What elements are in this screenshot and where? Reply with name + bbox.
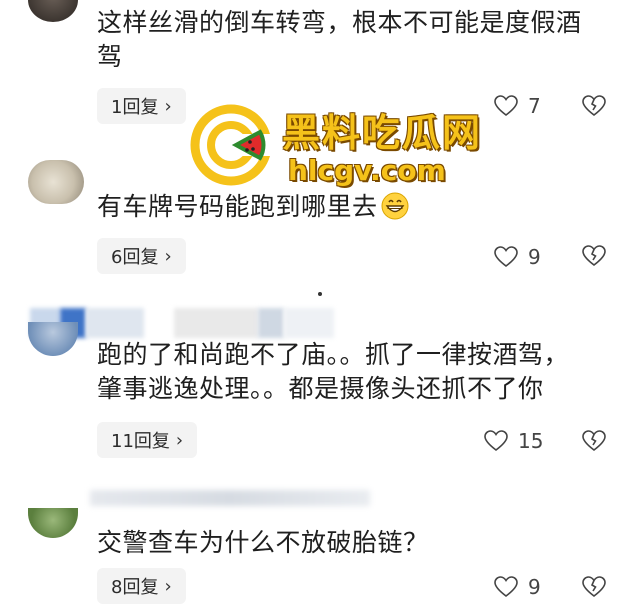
heart-icon xyxy=(494,576,518,598)
watermark-url: hlcgv.com xyxy=(288,154,446,187)
reply-count-label: 1回复 xyxy=(111,97,159,118)
like-button[interactable]: 9 xyxy=(494,245,541,269)
like-count: 7 xyxy=(528,94,541,118)
heart-icon xyxy=(484,430,508,452)
like-count: 9 xyxy=(528,575,541,599)
reply-count-button[interactable]: 6回复 › xyxy=(97,238,186,274)
avatar[interactable] xyxy=(28,160,84,204)
blurred-username xyxy=(258,308,284,338)
watermark-logo-icon xyxy=(190,104,272,186)
dislike-icon[interactable] xyxy=(582,430,606,452)
comment-text: 跑的了和尚跑不了庙。。抓了一律按酒驾， 肇事逃逸处理。。都是摄像头还抓不了你 xyxy=(97,340,570,403)
comment-text: 有车牌号码能跑到哪里去 xyxy=(97,190,617,224)
comment-text-body: 有车牌号码能跑到哪里去 xyxy=(97,192,378,221)
like-button[interactable]: 9 xyxy=(494,575,541,599)
like-count: 9 xyxy=(528,245,541,269)
reply-count-button[interactable]: 1回复 › xyxy=(97,88,186,124)
blurred-username xyxy=(86,308,144,338)
blurred-username xyxy=(284,308,334,338)
grinning-face-emoji-icon xyxy=(381,192,409,220)
chevron-right-icon: › xyxy=(164,245,172,267)
watermark-title: 黑料吃瓜网 xyxy=(282,111,483,155)
blurred-username xyxy=(90,490,370,506)
watermark: 黑料吃瓜网 hlcgv.com xyxy=(190,100,510,196)
like-count: 15 xyxy=(518,429,544,453)
avatar[interactable] xyxy=(28,322,78,356)
reply-count-button[interactable]: 11回复 › xyxy=(97,422,198,458)
dislike-icon[interactable] xyxy=(582,576,606,598)
separator-dot xyxy=(318,292,322,296)
dislike-icon[interactable] xyxy=(582,245,606,267)
avatar[interactable] xyxy=(28,0,78,22)
chevron-right-icon: › xyxy=(175,429,184,451)
heart-icon xyxy=(494,246,518,268)
blurred-username xyxy=(174,308,258,338)
reply-count-label: 11回复 xyxy=(111,431,170,452)
reply-count-label: 6回复 xyxy=(111,247,159,268)
reply-count-label: 8回复 xyxy=(111,577,159,598)
dislike-icon[interactable] xyxy=(582,95,606,117)
chevron-right-icon: › xyxy=(164,575,172,597)
avatar[interactable] xyxy=(28,508,78,538)
comment-text: 交警查车为什么不放破胎链？ xyxy=(97,528,429,557)
like-button[interactable]: 15 xyxy=(484,429,543,453)
comment-text: 这样丝滑的倒车转弯，根本不可能是度假酒 驾 xyxy=(97,8,582,71)
chevron-right-icon: › xyxy=(164,95,172,117)
